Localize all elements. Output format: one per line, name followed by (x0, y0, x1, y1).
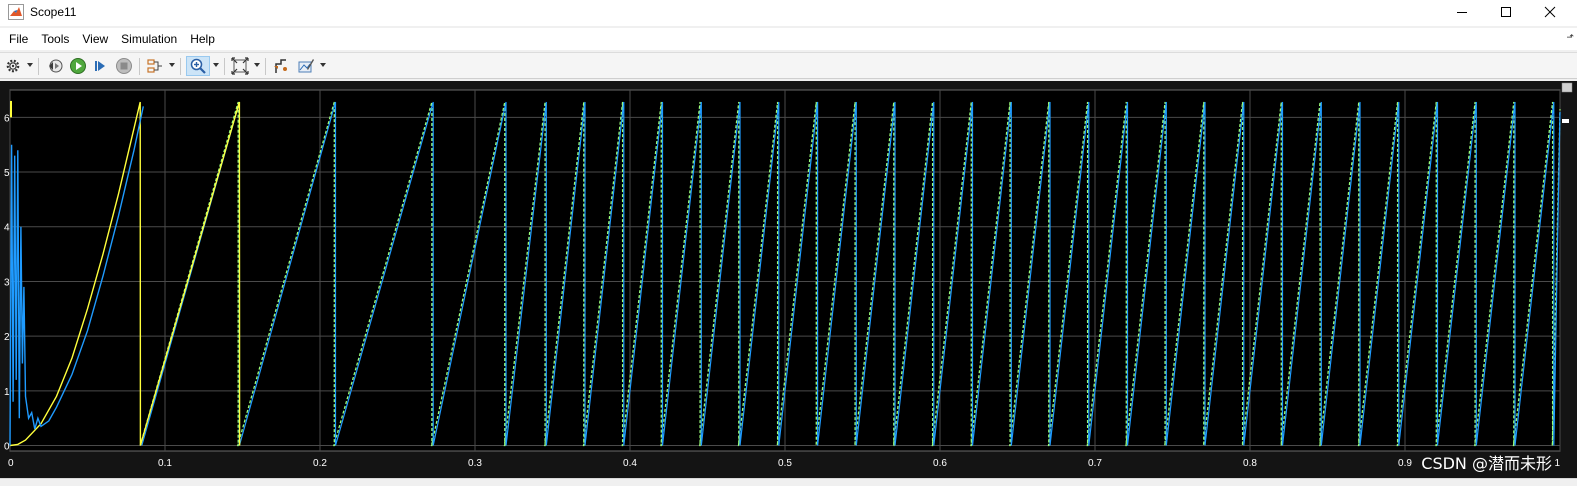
x-tick-label: 0.8 (1243, 458, 1257, 469)
configuration-dropdown-arrow[interactable] (27, 63, 33, 67)
fit-dropdown-arrow[interactable] (254, 63, 260, 67)
stop-button[interactable] (114, 56, 134, 76)
y-tick-label: 0 (4, 442, 10, 453)
configuration-button[interactable] (4, 56, 22, 76)
undock-arrow-icon[interactable]: ⬏ (1566, 32, 1574, 43)
minimize-icon (1457, 12, 1467, 13)
y-tick-label: 5 (4, 168, 10, 179)
menu-simulation[interactable]: Simulation (116, 30, 182, 48)
expand-icon[interactable] (1561, 82, 1573, 93)
x-tick-label: 0.2 (313, 458, 327, 469)
triggers-button[interactable] (271, 56, 291, 76)
matlab-logo-icon (8, 4, 24, 20)
zoom-in-icon (190, 58, 206, 74)
x-axis-ticks: 0 0.1 0.2 0.3 0.4 0.5 0.6 0.7 0.8 0.9 1 (8, 458, 1560, 469)
toolbar-separator (38, 58, 39, 75)
watermark-text: CSDN @潜而未形 (1421, 454, 1552, 473)
y-tick-label: 1 (4, 387, 10, 398)
toolbar-separator (139, 58, 140, 75)
measurements-dropdown-arrow[interactable] (320, 63, 326, 67)
step-back-icon (49, 59, 63, 73)
measurements-icon (298, 59, 314, 73)
scope-window: Scope11 File Tools View Simulation Help … (0, 0, 1577, 486)
close-button[interactable] (1527, 0, 1573, 24)
x-tick-label: 0.6 (933, 458, 947, 469)
signal-select-icon (147, 59, 162, 73)
y-tick-label: 6 (4, 113, 10, 124)
zoom-in-button[interactable] (186, 56, 210, 76)
measurements-button[interactable] (296, 56, 316, 76)
x-tick-label: 0 (8, 458, 14, 469)
status-bar (0, 478, 1577, 486)
triggers-icon (274, 59, 287, 73)
run-icon (70, 58, 86, 74)
toolbar-separator (265, 58, 266, 75)
close-icon (1544, 6, 1556, 18)
stop-icon (116, 58, 132, 74)
toolbar (0, 52, 1577, 79)
y-axis-ticks: 0 1 2 3 4 5 6 (4, 113, 10, 452)
y-tick-label: 3 (4, 277, 10, 288)
gear-icon (6, 59, 20, 73)
step-forward-button[interactable] (91, 56, 111, 76)
window-title: Scope11 (30, 5, 77, 19)
y-axis-marker-right (1562, 119, 1569, 123)
step-back-button[interactable] (45, 56, 65, 76)
signal-selection-dropdown-arrow[interactable] (169, 63, 175, 67)
x-tick-label: 0.7 (1088, 458, 1102, 469)
menu-bar: File Tools View Simulation Help ⬏ (0, 28, 1577, 50)
minimize-button[interactable] (1439, 0, 1485, 24)
menu-tools[interactable]: Tools (36, 30, 74, 48)
x-tick-label: 0.1 (158, 458, 172, 469)
zoom-dropdown-arrow[interactable] (213, 63, 219, 67)
maximize-button[interactable] (1483, 0, 1529, 24)
y-tick-label: 2 (4, 332, 10, 343)
x-tick-label: 0.9 (1398, 458, 1412, 469)
menu-view[interactable]: View (77, 30, 113, 48)
toolbar-separator (180, 58, 181, 75)
fit-to-view-button[interactable] (230, 56, 250, 76)
run-button[interactable] (68, 56, 88, 76)
x-tick-label: 0.4 (623, 458, 637, 469)
menu-help[interactable]: Help (185, 30, 220, 48)
fit-axes-icon (231, 57, 249, 75)
scope-display[interactable]: 0 0.1 0.2 0.3 0.4 0.5 0.6 0.7 0.8 0.9 1 0 1 2 3 4 5 6 CS… (0, 81, 1577, 478)
toolbar-separator (224, 58, 225, 75)
y-tick-label: 4 (4, 223, 10, 234)
x-tick-label: 0.5 (778, 458, 792, 469)
title-bar[interactable]: Scope11 (0, 0, 1577, 26)
x-tick-label: 1 (1554, 458, 1560, 469)
x-tick-label: 0.3 (468, 458, 482, 469)
signal-selection-button[interactable] (145, 56, 165, 76)
scope-plot[interactable]: 0 0.1 0.2 0.3 0.4 0.5 0.6 0.7 0.8 0.9 1 0 1 2 3 4 5 6 CS… (0, 81, 1577, 478)
step-forward-icon (95, 61, 105, 71)
maximize-icon (1501, 7, 1511, 17)
menu-file[interactable]: File (4, 30, 33, 48)
